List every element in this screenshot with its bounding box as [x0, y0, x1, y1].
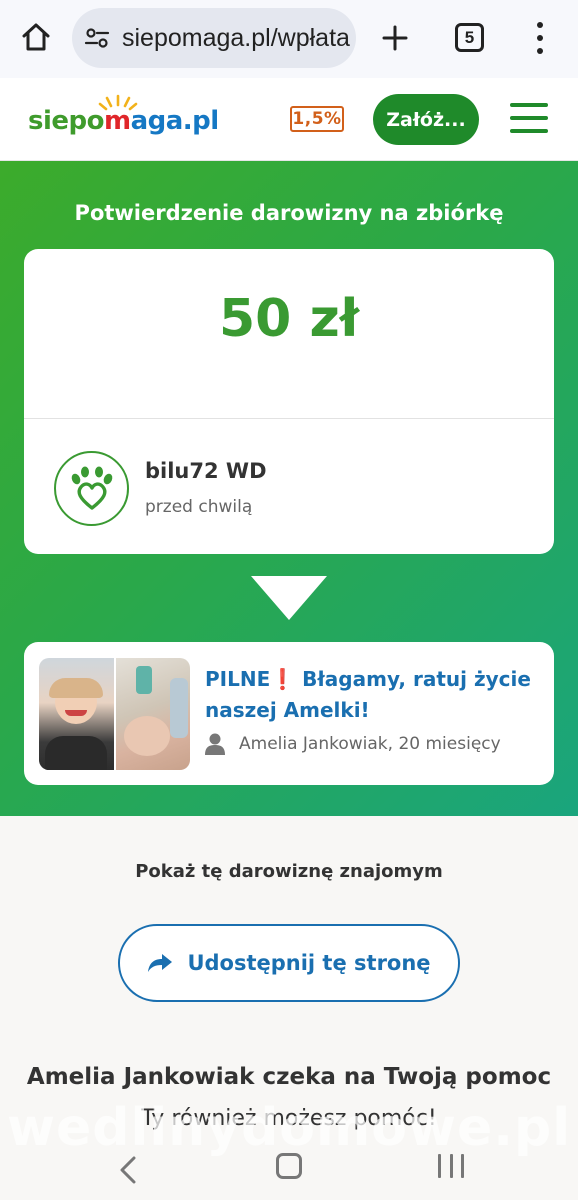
campaign-title[interactable]: PILNE❗ Błagamy, ratuj życie naszej Amelk…: [205, 664, 535, 726]
hamburger-icon[interactable]: [510, 103, 548, 133]
url-text: siepomaga.pl/wpłata: [122, 23, 350, 52]
tab-count: 5: [464, 27, 475, 47]
share-button-label: Udostępnij tę stronę: [187, 951, 431, 975]
campaign-author: Amelia Jankowiak, 20 miesięcy: [239, 734, 501, 754]
home-icon[interactable]: [18, 19, 54, 55]
siepomaga-logo[interactable]: siepomaga.pl: [28, 94, 219, 142]
donor-name: bilu72 WD: [145, 459, 267, 483]
address-bar[interactable]: siepomaga.pl/wpłata: [72, 8, 356, 68]
campaign-thumbnail[interactable]: [39, 658, 190, 770]
donation-amount: 50 zł: [218, 289, 360, 349]
tabs-counter-button[interactable]: 5: [455, 23, 484, 52]
exclamation-icon: ❗: [270, 667, 296, 691]
donation-time: przed chwilą: [145, 497, 253, 517]
paw-heart-icon: [54, 451, 129, 526]
donation-card: 50 zł bilu72 WD przed chwilą: [24, 249, 554, 554]
down-triangle-icon: [251, 576, 327, 620]
campaign-author-row: Amelia Jankowiak, 20 miesięcy: [205, 733, 501, 755]
campaign-card[interactable]: PILNE❗ Błagamy, ratuj życie naszej Amelk…: [24, 642, 554, 785]
share-page-button[interactable]: Udostępnij tę stronę: [118, 924, 460, 1002]
more-vert-icon[interactable]: [528, 22, 552, 54]
card-divider: [24, 418, 554, 419]
recent-apps-icon[interactable]: [438, 1154, 464, 1178]
share-arrow-icon: [148, 954, 173, 972]
waiting-for-help-heading: Amelia Jankowiak czeka na Twoją pomoc: [26, 1064, 552, 1090]
back-icon[interactable]: [112, 1150, 142, 1190]
confirmation-title: Potwierdzenie darowizny na zbiórkę: [74, 201, 504, 225]
system-navigation-bar: [0, 1140, 578, 1200]
browser-toolbar: siepomaga.pl/wpłata 5: [0, 0, 578, 78]
logo-wordmark: siepomaga.pl: [28, 106, 219, 136]
create-fundraiser-button[interactable]: Załóż...: [373, 94, 479, 145]
one-and-half-percent-badge[interactable]: 1,5%: [290, 106, 344, 132]
new-tab-plus-icon[interactable]: [376, 19, 414, 57]
share-prompt: Pokaż tę darowiznę znajomym: [135, 861, 443, 882]
person-icon: [205, 733, 225, 755]
home-nav-icon[interactable]: [276, 1153, 302, 1179]
site-header: siepomaga.pl 1,5% Załóż...: [0, 78, 578, 161]
confirmation-section: Potwierdzenie darowizny na zbiórkę 50 zł…: [0, 161, 578, 816]
hospital-photo: [116, 658, 190, 770]
child-photo: [39, 658, 114, 770]
site-settings-icon[interactable]: [84, 25, 110, 51]
